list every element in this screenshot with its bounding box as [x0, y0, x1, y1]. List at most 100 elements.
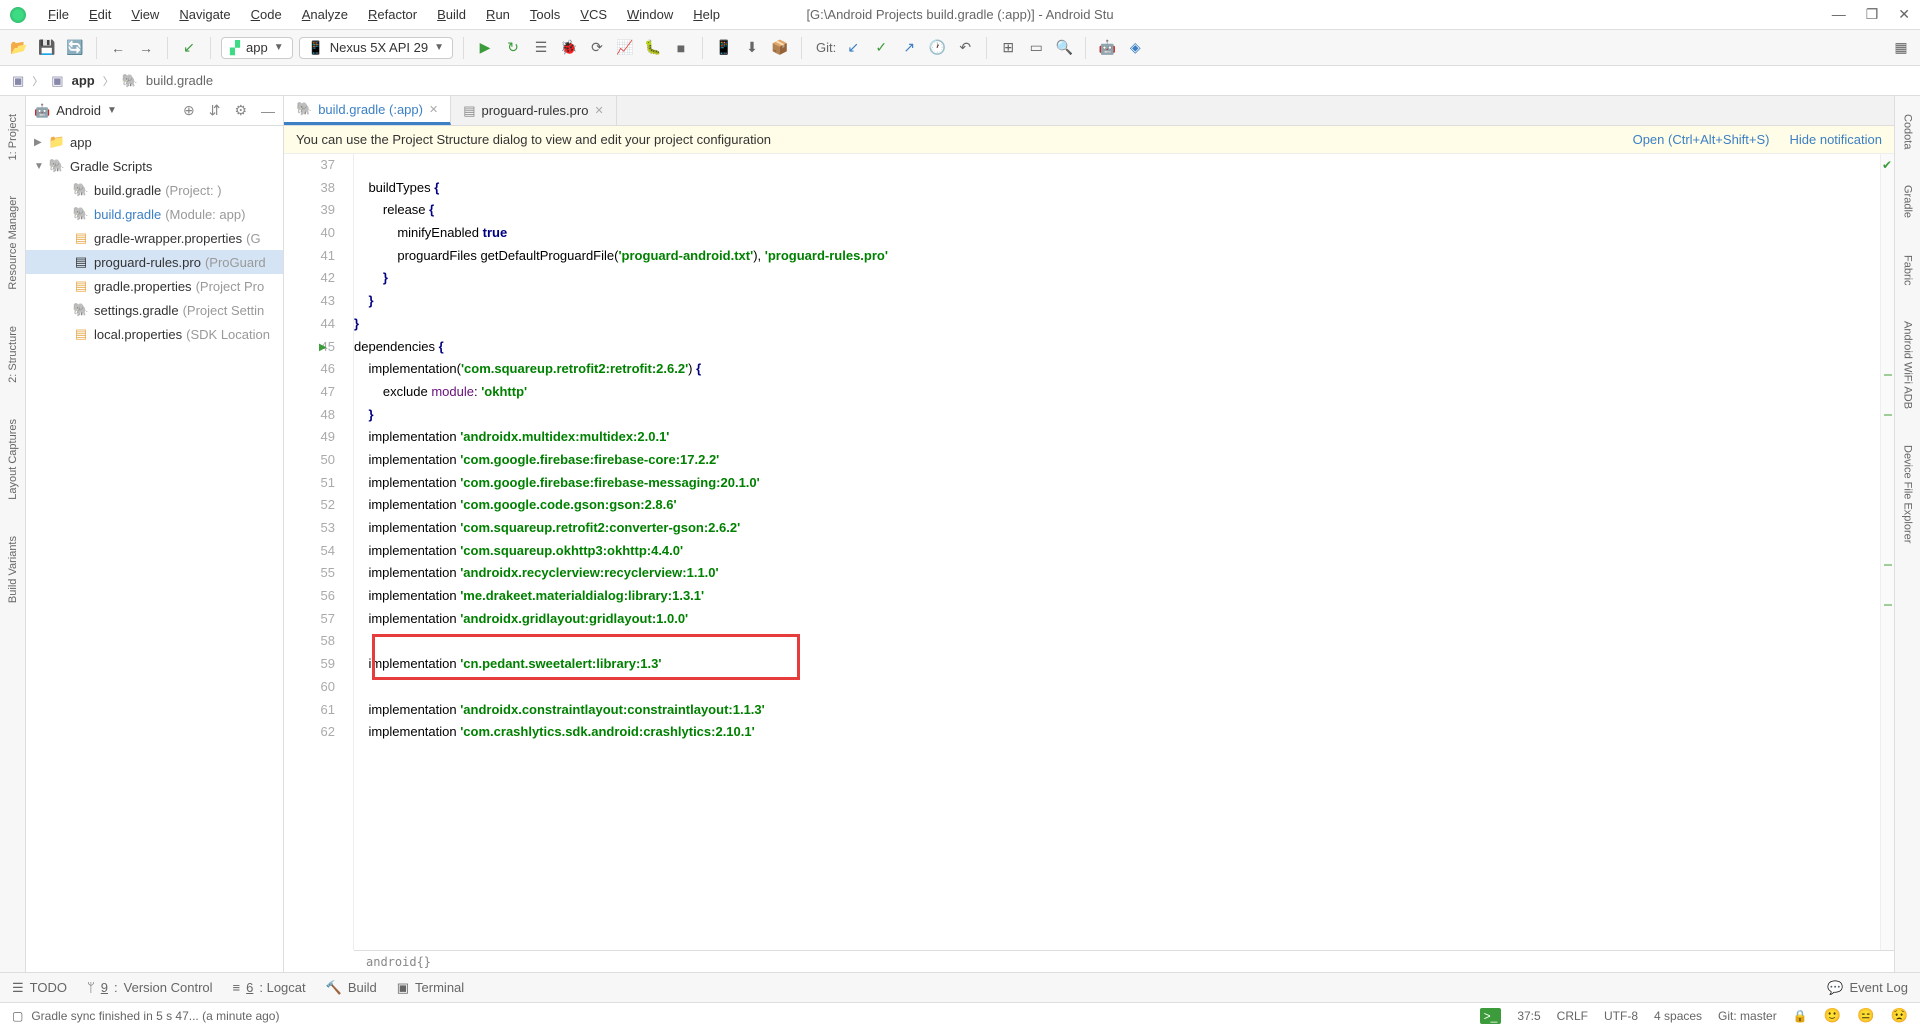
code-line[interactable]: [354, 154, 1880, 177]
git-push-icon[interactable]: ↗: [898, 37, 920, 59]
rail-fabric[interactable]: Fabric: [1900, 247, 1916, 294]
code-line[interactable]: implementation 'androidx.gridlayout:grid…: [354, 608, 1880, 631]
code-line[interactable]: }: [354, 267, 1880, 290]
back-icon[interactable]: ←: [107, 37, 129, 59]
version-control-button[interactable]: ᛘ9: 9: Version ControlVersion Control: [87, 980, 213, 995]
menu-edit[interactable]: Edit: [79, 7, 121, 22]
menu-refactor[interactable]: Refactor: [358, 7, 427, 22]
tree-item[interactable]: ▼🐘Gradle Scripts: [26, 154, 283, 178]
breadcrumb-app[interactable]: app: [72, 73, 95, 88]
git-revert-icon[interactable]: ↶: [954, 37, 976, 59]
rail-gradle[interactable]: Gradle: [1900, 177, 1916, 226]
menu-vcs[interactable]: VCS: [570, 7, 617, 22]
forward-icon[interactable]: →: [135, 37, 157, 59]
menu-tools[interactable]: Tools: [520, 7, 570, 22]
error-stripe[interactable]: ✔: [1880, 154, 1894, 950]
tree-item[interactable]: ▤local.properties(SDK Location: [26, 322, 283, 346]
project-tree[interactable]: ▶📁app▼🐘Gradle Scripts🐘build.gradle(Proje…: [26, 126, 283, 972]
code-line[interactable]: release {: [354, 199, 1880, 222]
hammer-icon[interactable]: ↙: [178, 37, 200, 59]
rail-codota[interactable]: Codota: [1900, 106, 1916, 157]
breadcrumb-file[interactable]: build.gradle: [146, 73, 213, 88]
file-encoding[interactable]: UTF-8: [1604, 1009, 1638, 1023]
code-line[interactable]: [354, 630, 1880, 653]
menu-run[interactable]: Run: [476, 7, 520, 22]
android-profiler-icon[interactable]: 🤖: [1096, 37, 1118, 59]
git-branch[interactable]: Git: master: [1718, 1009, 1777, 1023]
code-breadcrumb[interactable]: android{}: [354, 950, 1894, 972]
layout-inspector-icon[interactable]: 📦: [769, 37, 791, 59]
attach-debugger-icon[interactable]: 🐛: [642, 37, 664, 59]
terminal-status-icon[interactable]: >_: [1480, 1008, 1502, 1024]
apply-changes-icon[interactable]: ↻: [502, 37, 524, 59]
terminal-button[interactable]: ▣Terminal: [397, 980, 464, 996]
menu-analyze[interactable]: Analyze: [292, 7, 358, 22]
editor-tab[interactable]: ▤proguard-rules.pro✕: [451, 96, 616, 125]
code-line[interactable]: }: [354, 404, 1880, 427]
code-line[interactable]: implementation 'androidx.recyclerview:re…: [354, 562, 1880, 585]
git-commit-icon[interactable]: ✓: [870, 37, 892, 59]
sdk-icon[interactable]: ⬇: [741, 37, 763, 59]
todo-button[interactable]: ☰TODO: [12, 980, 67, 996]
git-update-icon[interactable]: ↙: [842, 37, 864, 59]
rail-android-wifi-adb[interactable]: Android WiFi ADB: [1900, 313, 1916, 417]
git-history-icon[interactable]: 🕐: [926, 37, 948, 59]
close-tab-icon[interactable]: ✕: [594, 104, 603, 117]
run-gutter-icon[interactable]: ▶: [319, 342, 327, 353]
code-line[interactable]: implementation 'com.google.firebase:fire…: [354, 449, 1880, 472]
logcat-button[interactable]: ≡6: Logcat6: Logcat: [233, 980, 306, 995]
rail-device-file-explorer[interactable]: Device File Explorer: [1900, 437, 1916, 551]
close-button[interactable]: ✕: [1898, 6, 1910, 23]
code-line[interactable]: }: [354, 290, 1880, 313]
code-line[interactable]: implementation 'com.google.code.gson:gso…: [354, 494, 1880, 517]
sync-icon[interactable]: 🔄: [64, 37, 86, 59]
banner-open-link[interactable]: Open (Ctrl+Alt+Shift+S): [1633, 132, 1770, 147]
menu-build[interactable]: Build: [427, 7, 476, 22]
save-icon[interactable]: 💾: [36, 37, 58, 59]
avd-icon[interactable]: 📱: [713, 37, 735, 59]
face-icon[interactable]: 😑: [1857, 1007, 1874, 1024]
maximize-button[interactable]: ❐: [1866, 6, 1879, 23]
device-combo[interactable]: 📱 Nexus 5X API 29 ▼: [299, 37, 453, 59]
code-line[interactable]: implementation 'androidx.multidex:multid…: [354, 426, 1880, 449]
face-icon[interactable]: 🙂: [1824, 1007, 1841, 1024]
add-config-icon[interactable]: ⊞: [997, 37, 1019, 59]
project-mode[interactable]: Android: [56, 103, 101, 118]
tree-item[interactable]: ▶📁app: [26, 130, 283, 154]
menu-help[interactable]: Help: [683, 7, 730, 22]
rail-resource-manager[interactable]: Resource Manager: [5, 188, 21, 298]
code-line[interactable]: implementation 'cn.pedant.sweetalert:lib…: [354, 653, 1880, 676]
code-editor[interactable]: 373839404142434445▶464748495051525354555…: [284, 154, 1894, 950]
code-line[interactable]: minifyEnabled true: [354, 222, 1880, 245]
lock-icon[interactable]: 🔒: [1793, 1009, 1808, 1023]
profiler-icon[interactable]: 📈: [614, 37, 636, 59]
tree-item[interactable]: 🐘build.gradle(Module: app): [26, 202, 283, 226]
code-line[interactable]: exclude module: 'okhttp': [354, 381, 1880, 404]
rail-build-variants[interactable]: Build Variants: [5, 528, 21, 611]
rail-2-structure[interactable]: 2: Structure: [5, 318, 21, 391]
code-line[interactable]: implementation('com.squareup.retrofit2:r…: [354, 358, 1880, 381]
event-log-button[interactable]: 💬Event Log: [1827, 980, 1908, 996]
open-icon[interactable]: 📂: [8, 37, 30, 59]
indent-setting[interactable]: 4 spaces: [1654, 1009, 1702, 1023]
code-line[interactable]: implementation 'androidx.constraintlayou…: [354, 699, 1880, 722]
run-icon[interactable]: ▶: [474, 37, 496, 59]
gear-icon[interactable]: ⚙: [234, 102, 247, 119]
stop-icon[interactable]: ■: [670, 37, 692, 59]
code-content[interactable]: buildTypes { release { minifyEnabled tru…: [354, 154, 1880, 950]
hide-icon[interactable]: —: [261, 103, 275, 119]
menu-window[interactable]: Window: [617, 7, 683, 22]
banner-hide-link[interactable]: Hide notification: [1790, 132, 1883, 147]
code-line[interactable]: implementation 'com.squareup.okhttp3:okh…: [354, 540, 1880, 563]
menu-code[interactable]: Code: [241, 7, 292, 22]
layers-icon[interactable]: ◈: [1124, 37, 1146, 59]
tree-item[interactable]: 🐘settings.gradle(Project Settin: [26, 298, 283, 322]
target-icon[interactable]: ⊕: [183, 102, 195, 119]
expand-icon[interactable]: ⇵: [209, 102, 221, 119]
code-line[interactable]: dependencies {: [354, 336, 1880, 359]
code-line[interactable]: implementation 'com.crashlytics.sdk.andr…: [354, 721, 1880, 744]
code-line[interactable]: implementation 'com.squareup.retrofit2:c…: [354, 517, 1880, 540]
code-line[interactable]: }: [354, 313, 1880, 336]
caret-position[interactable]: 37:5: [1517, 1009, 1540, 1023]
structure-icon[interactable]: ▭: [1025, 37, 1047, 59]
